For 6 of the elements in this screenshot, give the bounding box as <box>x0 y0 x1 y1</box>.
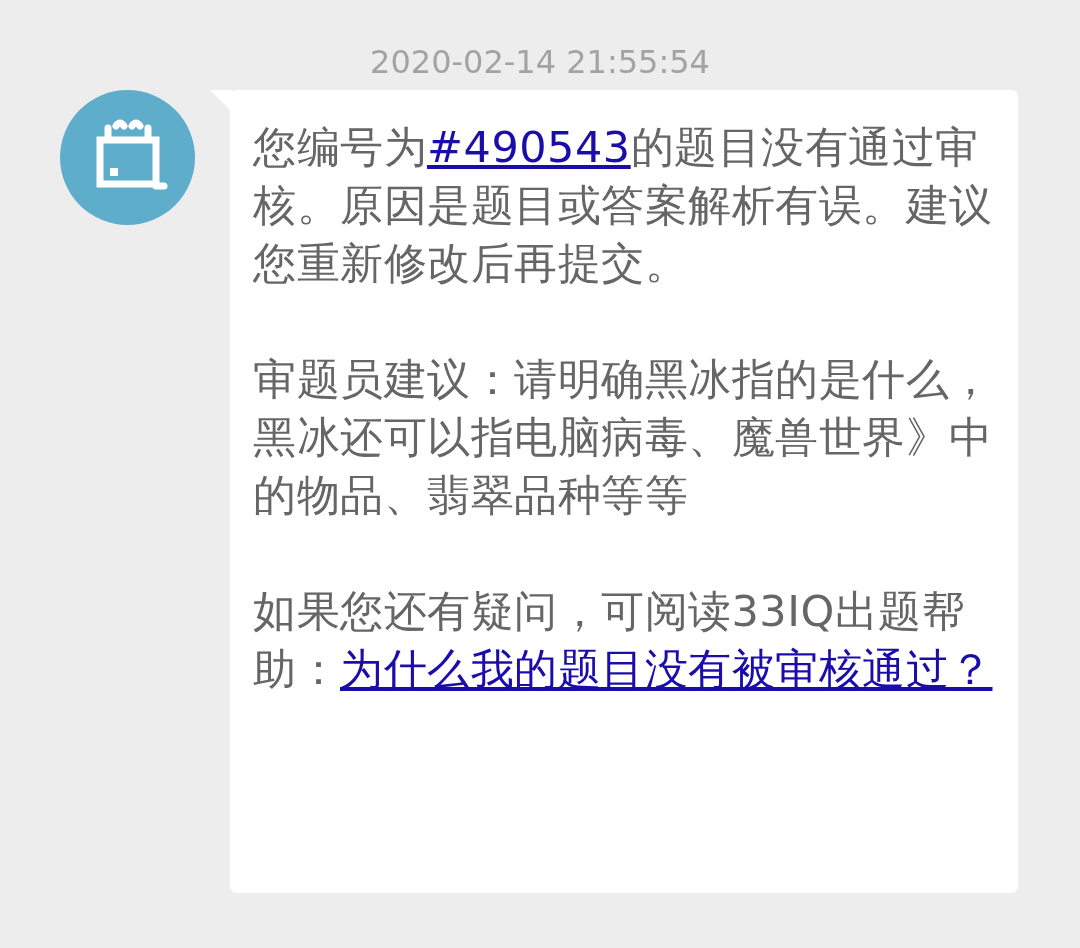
message-text: 如果您还有疑问，可阅读33IQ出题帮助：为什么我的题目没有被审核通过？ <box>253 585 994 696</box>
timestamp: 2020-02-14 21:55:54 <box>370 43 710 81</box>
message-text: 您编号为#490543的题目没有通过审核。原因是题目或答案解析有误。建议您重新修改后再提交。 <box>253 121 994 290</box>
link[interactable]: 为什么我的题目没有被审核通过？ <box>340 644 993 694</box>
message-text: 审题员建议：请明确黑冰指的是什么，黑冰还可以指电脑病毒、魔兽世界》中的物品、翡翠品种等等 <box>253 353 994 522</box>
link[interactable]: #490543 <box>427 122 631 172</box>
